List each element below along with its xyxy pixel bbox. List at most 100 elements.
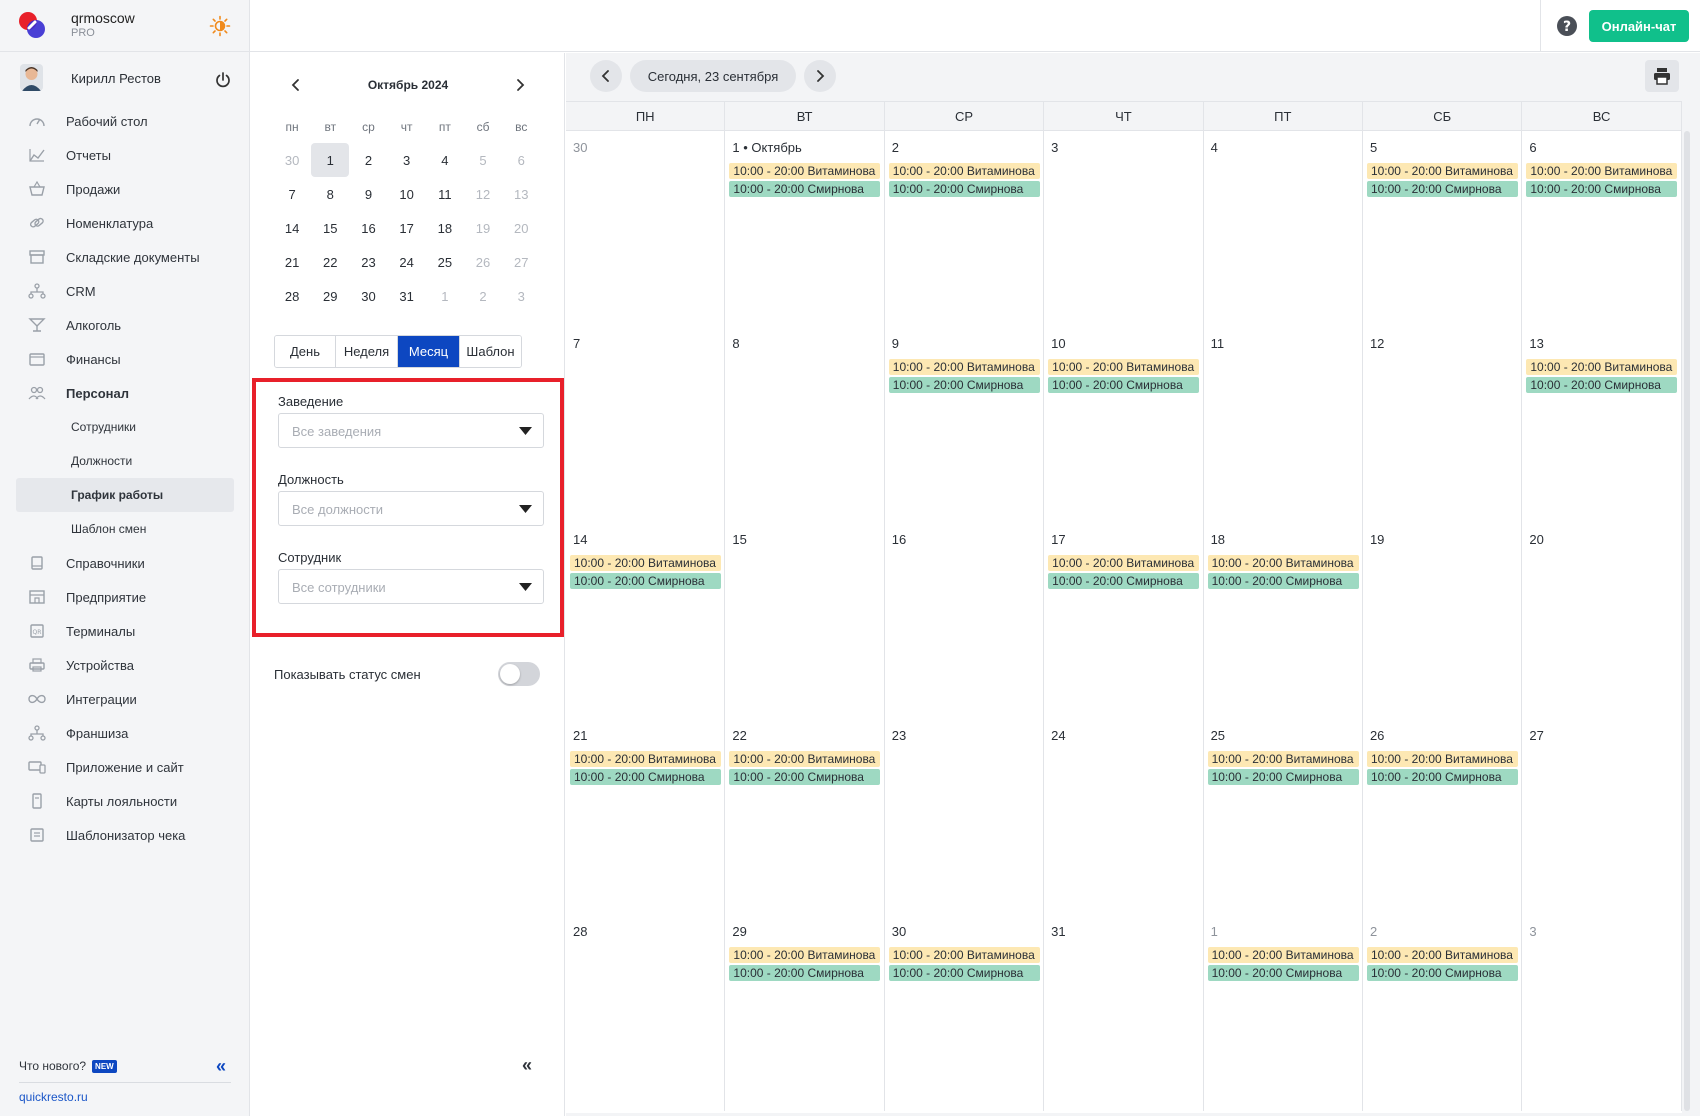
calendar-day[interactable]: 16	[884, 523, 1045, 719]
mini-calendar-day[interactable]: 10	[388, 177, 426, 211]
shift-entry[interactable]: 10:00 - 20:00 Витаминова	[888, 163, 1040, 179]
shift-entry[interactable]: 10:00 - 20:00 Витаминова	[1366, 947, 1518, 963]
mini-calendar-day[interactable]: 1	[426, 279, 464, 313]
mini-calendar-day[interactable]: 27	[502, 245, 540, 279]
mini-calendar-day[interactable]: 29	[311, 279, 349, 313]
mini-calendar-day[interactable]: 12	[464, 177, 502, 211]
nav-item-loyalty-cards[interactable]: Карты лояльности	[0, 784, 250, 818]
calendar-day[interactable]: 29 10:00 - 20:00 Витаминова 10:00 - 20:00 …	[725, 915, 885, 1111]
collapse-panel-icon[interactable]: «	[522, 1055, 532, 1076]
mini-calendar-day[interactable]: 23	[349, 245, 387, 279]
nav-item-reports[interactable]: Отчеты	[0, 138, 250, 172]
shift-entry[interactable]: 10:00 - 20:00 Смирнова	[1048, 377, 1200, 393]
nav-item-dashboard[interactable]: Рабочий стол	[0, 104, 250, 138]
mini-calendar-day[interactable]: 14	[273, 211, 311, 245]
print-button[interactable]	[1645, 60, 1679, 92]
mini-calendar-day[interactable]: 30	[349, 279, 387, 313]
view-tab[interactable]: Шаблон	[460, 336, 521, 367]
calendar-day[interactable]: 14 10:00 - 20:00 Витаминова 10:00 - 20:00 …	[566, 523, 726, 719]
shift-entry[interactable]: 10:00 - 20:00 Витаминова	[1207, 751, 1359, 767]
shift-entry[interactable]: 10:00 - 20:00 Смирнова	[570, 573, 721, 589]
calendar-day[interactable]: 9 10:00 - 20:00 Витаминова 10:00 - 20:00 С…	[884, 327, 1045, 523]
mini-calendar-day[interactable]: 7	[273, 177, 311, 211]
nav-item-enterprise[interactable]: Предприятие	[0, 580, 250, 614]
view-tab[interactable]: Неделя	[336, 336, 398, 367]
calendar-day[interactable]: 26 10:00 - 20:00 Витаминова 10:00 - 20:00 …	[1362, 719, 1523, 915]
nav-item-terminals[interactable]: QR Терминалы	[0, 614, 250, 648]
calendar-day[interactable]: 7	[566, 327, 726, 523]
nav-item-warehouse[interactable]: Складские документы	[0, 240, 250, 274]
mini-calendar-day[interactable]: 15	[311, 211, 349, 245]
shift-entry[interactable]: 10:00 - 20:00 Витаминова	[570, 751, 721, 767]
calendar-day[interactable]: 28	[566, 915, 726, 1111]
shift-entry[interactable]: 10:00 - 20:00 Витаминова	[1048, 555, 1200, 571]
mini-calendar-day[interactable]: 3	[388, 143, 426, 177]
nav-item-franchise[interactable]: Франшиза	[0, 716, 250, 750]
mini-calendar-day[interactable]: 30	[273, 143, 311, 177]
mini-calendar-day[interactable]: 24	[388, 245, 426, 279]
nav-item-crm[interactable]: CRM	[0, 274, 250, 308]
help-icon[interactable]: ?	[1556, 15, 1578, 37]
shift-entry[interactable]: 10:00 - 20:00 Витаминова	[1207, 555, 1359, 571]
mini-calendar-day[interactable]: 26	[464, 245, 502, 279]
nav-item-references[interactable]: Справочники	[0, 546, 250, 580]
shift-entry[interactable]: 10:00 - 20:00 Смирнова	[888, 181, 1040, 197]
calendar-day[interactable]: 3	[1522, 915, 1682, 1111]
calendar-day[interactable]: 5 10:00 - 20:00 Витаминова 10:00 - 20:00 С…	[1362, 131, 1523, 327]
nav-item-nomenclature[interactable]: Номенклатура	[0, 206, 250, 240]
shift-entry[interactable]: 10:00 - 20:00 Смирнова	[888, 965, 1040, 981]
avatar[interactable]	[20, 64, 43, 91]
calendar-day[interactable]: 25 10:00 - 20:00 Витаминова 10:00 - 20:00 …	[1203, 719, 1363, 915]
employee-select[interactable]: Все сотрудники	[278, 569, 544, 604]
shift-entry[interactable]: 10:00 - 20:00 Смирнова	[1366, 965, 1518, 981]
mini-calendar-day[interactable]: 31	[388, 279, 426, 313]
calendar-day[interactable]: 27	[1522, 719, 1682, 915]
calendar-day[interactable]: 1 10:00 - 20:00 Витаминова 10:00 - 20:00 С…	[1203, 915, 1363, 1111]
calendar-day[interactable]: 12	[1362, 327, 1523, 523]
shift-entry[interactable]: 10:00 - 20:00 Витаминова	[1048, 359, 1200, 375]
shift-entry[interactable]: 10:00 - 20:00 Витаминова	[1526, 163, 1678, 179]
calendar-day[interactable]: 13 10:00 - 20:00 Витаминова 10:00 - 20:00 …	[1522, 327, 1682, 523]
calendar-day[interactable]: 1 • Октябрь 10:00 - 20:00 Витаминова 10:00…	[725, 131, 885, 327]
mini-calendar-day[interactable]: 19	[464, 211, 502, 245]
calendar-day[interactable]: 24	[1044, 719, 1204, 915]
calendar-day[interactable]: 22 10:00 - 20:00 Витаминова 10:00 - 20:00 …	[725, 719, 885, 915]
calendar-day[interactable]: 11	[1203, 327, 1363, 523]
mini-calendar-day[interactable]: 2	[349, 143, 387, 177]
shift-entry[interactable]: 10:00 - 20:00 Витаминова	[1366, 751, 1518, 767]
show-status-toggle[interactable]	[498, 662, 540, 686]
mini-calendar-day[interactable]: 11	[426, 177, 464, 211]
shift-entry[interactable]: 10:00 - 20:00 Смирнова	[1366, 769, 1518, 785]
shift-entry[interactable]: 10:00 - 20:00 Смирнова	[729, 965, 881, 981]
nav-item-devices[interactable]: Устройства	[0, 648, 250, 682]
nav-item-finance[interactable]: Финансы	[0, 342, 250, 376]
mini-calendar-day[interactable]: 5	[464, 143, 502, 177]
prev-month-button[interactable]	[590, 60, 622, 92]
mini-calendar-day[interactable]: 22	[311, 245, 349, 279]
shift-entry[interactable]: 10:00 - 20:00 Витаминова	[1526, 359, 1678, 375]
calendar-day[interactable]: 8	[725, 327, 885, 523]
mini-calendar-day[interactable]: 13	[502, 177, 540, 211]
mini-calendar-day[interactable]: 16	[349, 211, 387, 245]
calendar-day[interactable]: 20	[1522, 523, 1682, 719]
calendar-day[interactable]: 19	[1362, 523, 1523, 719]
shift-entry[interactable]: 10:00 - 20:00 Смирнова	[1207, 573, 1359, 589]
shift-entry[interactable]: 10:00 - 20:00 Витаминова	[1207, 947, 1359, 963]
mini-calendar-day[interactable]: 25	[426, 245, 464, 279]
nav-item-integrations[interactable]: Интеграции	[0, 682, 250, 716]
power-icon[interactable]	[214, 71, 232, 89]
calendar-day[interactable]: 10 10:00 - 20:00 Витаминова 10:00 - 20:00 …	[1044, 327, 1204, 523]
mini-calendar-day[interactable]: 2	[464, 279, 502, 313]
view-tab[interactable]: День	[275, 336, 336, 367]
calendar-day[interactable]: 31	[1044, 915, 1204, 1111]
calendar-day[interactable]: 21 10:00 - 20:00 Витаминова 10:00 - 20:00 …	[566, 719, 726, 915]
nav-item-app-site[interactable]: Приложение и сайт	[0, 750, 250, 784]
venue-select[interactable]: Все заведения	[278, 413, 544, 448]
mini-calendar-next-icon[interactable]	[510, 75, 530, 95]
shift-entry[interactable]: 10:00 - 20:00 Смирнова	[1207, 769, 1359, 785]
whats-new-link[interactable]: Что нового? NEW	[19, 1059, 117, 1073]
shift-entry[interactable]: 10:00 - 20:00 Витаминова	[1366, 163, 1518, 179]
mini-calendar-day[interactable]: 8	[311, 177, 349, 211]
nav-item-alcohol[interactable]: Алкоголь	[0, 308, 250, 342]
nav-sub-shift-template[interactable]: Шаблон смен	[0, 512, 250, 546]
